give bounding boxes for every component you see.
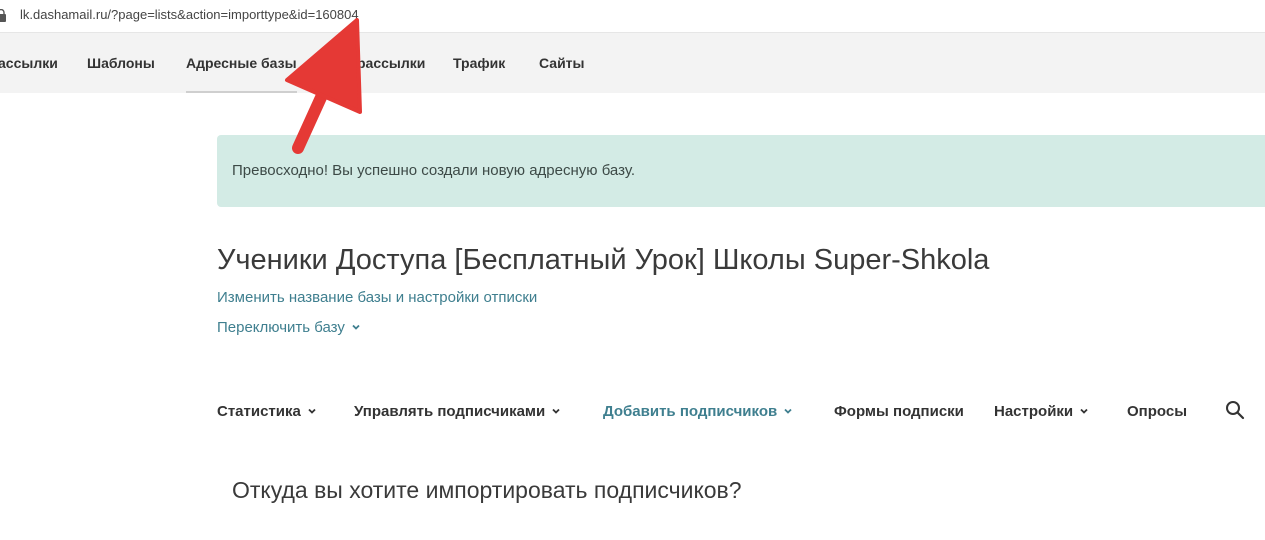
switch-base-dropdown[interactable]: Переключить базу [217, 319, 361, 336]
tab-manage-subscribers[interactable]: Управлять подписчиками [354, 403, 561, 420]
tab-add-subscribers-label: Добавить подписчиков [603, 403, 778, 420]
browser-address-bar[interactable]: lk.dashamail.ru/?page=lists&action=impor… [0, 0, 1265, 33]
tab-subscription-forms-label: Формы подписки [834, 403, 964, 420]
top-navigation: ассылки Шаблоны Адресные базы рассылки Т… [0, 33, 1265, 93]
topnav-item-auto-mailings[interactable]: рассылки [357, 33, 425, 93]
topnav-item-mailings[interactable]: ассылки [0, 33, 58, 93]
tab-subscription-forms[interactable]: Формы подписки [834, 403, 964, 420]
page-title: Ученики Доступа [Бесплатный Урок] Школы … [217, 244, 990, 276]
lock-icon [0, 9, 6, 22]
import-source-heading: Откуда вы хотите импортировать подписчик… [232, 477, 742, 503]
topnav-item-traffic[interactable]: Трафик [453, 33, 505, 93]
url-text[interactable]: lk.dashamail.ru/?page=lists&action=impor… [20, 7, 359, 22]
search-icon[interactable] [1224, 399, 1246, 421]
tab-settings[interactable]: Настройки [994, 403, 1089, 420]
success-alert: Превосходно! Вы успешно создали новую ад… [217, 135, 1265, 207]
edit-base-settings-link[interactable]: Изменить название базы и настройки отпис… [217, 289, 537, 306]
alert-message: Превосходно! Вы успешно создали новую ад… [232, 162, 635, 179]
chevron-down-icon [552, 408, 560, 414]
tab-add-subscribers[interactable]: Добавить подписчиков [603, 403, 793, 420]
tab-manage-subscribers-label: Управлять подписчиками [354, 403, 546, 420]
chevron-down-icon [308, 408, 316, 414]
tab-surveys[interactable]: Опросы [1127, 403, 1187, 420]
chevron-down-icon [1080, 408, 1088, 414]
topnav-item-sites[interactable]: Сайты [539, 33, 585, 93]
switch-base-label: Переключить базу [217, 319, 345, 336]
tab-statistics-label: Статистика [217, 403, 301, 420]
chevron-down-icon [352, 324, 360, 330]
topnav-item-address-bases[interactable]: Адресные базы [186, 33, 297, 93]
tab-surveys-label: Опросы [1127, 403, 1188, 420]
tab-settings-label: Настройки [994, 403, 1074, 420]
chevron-down-icon [784, 408, 792, 414]
tab-statistics[interactable]: Статистика [217, 403, 317, 420]
topnav-item-templates[interactable]: Шаблоны [87, 33, 155, 93]
